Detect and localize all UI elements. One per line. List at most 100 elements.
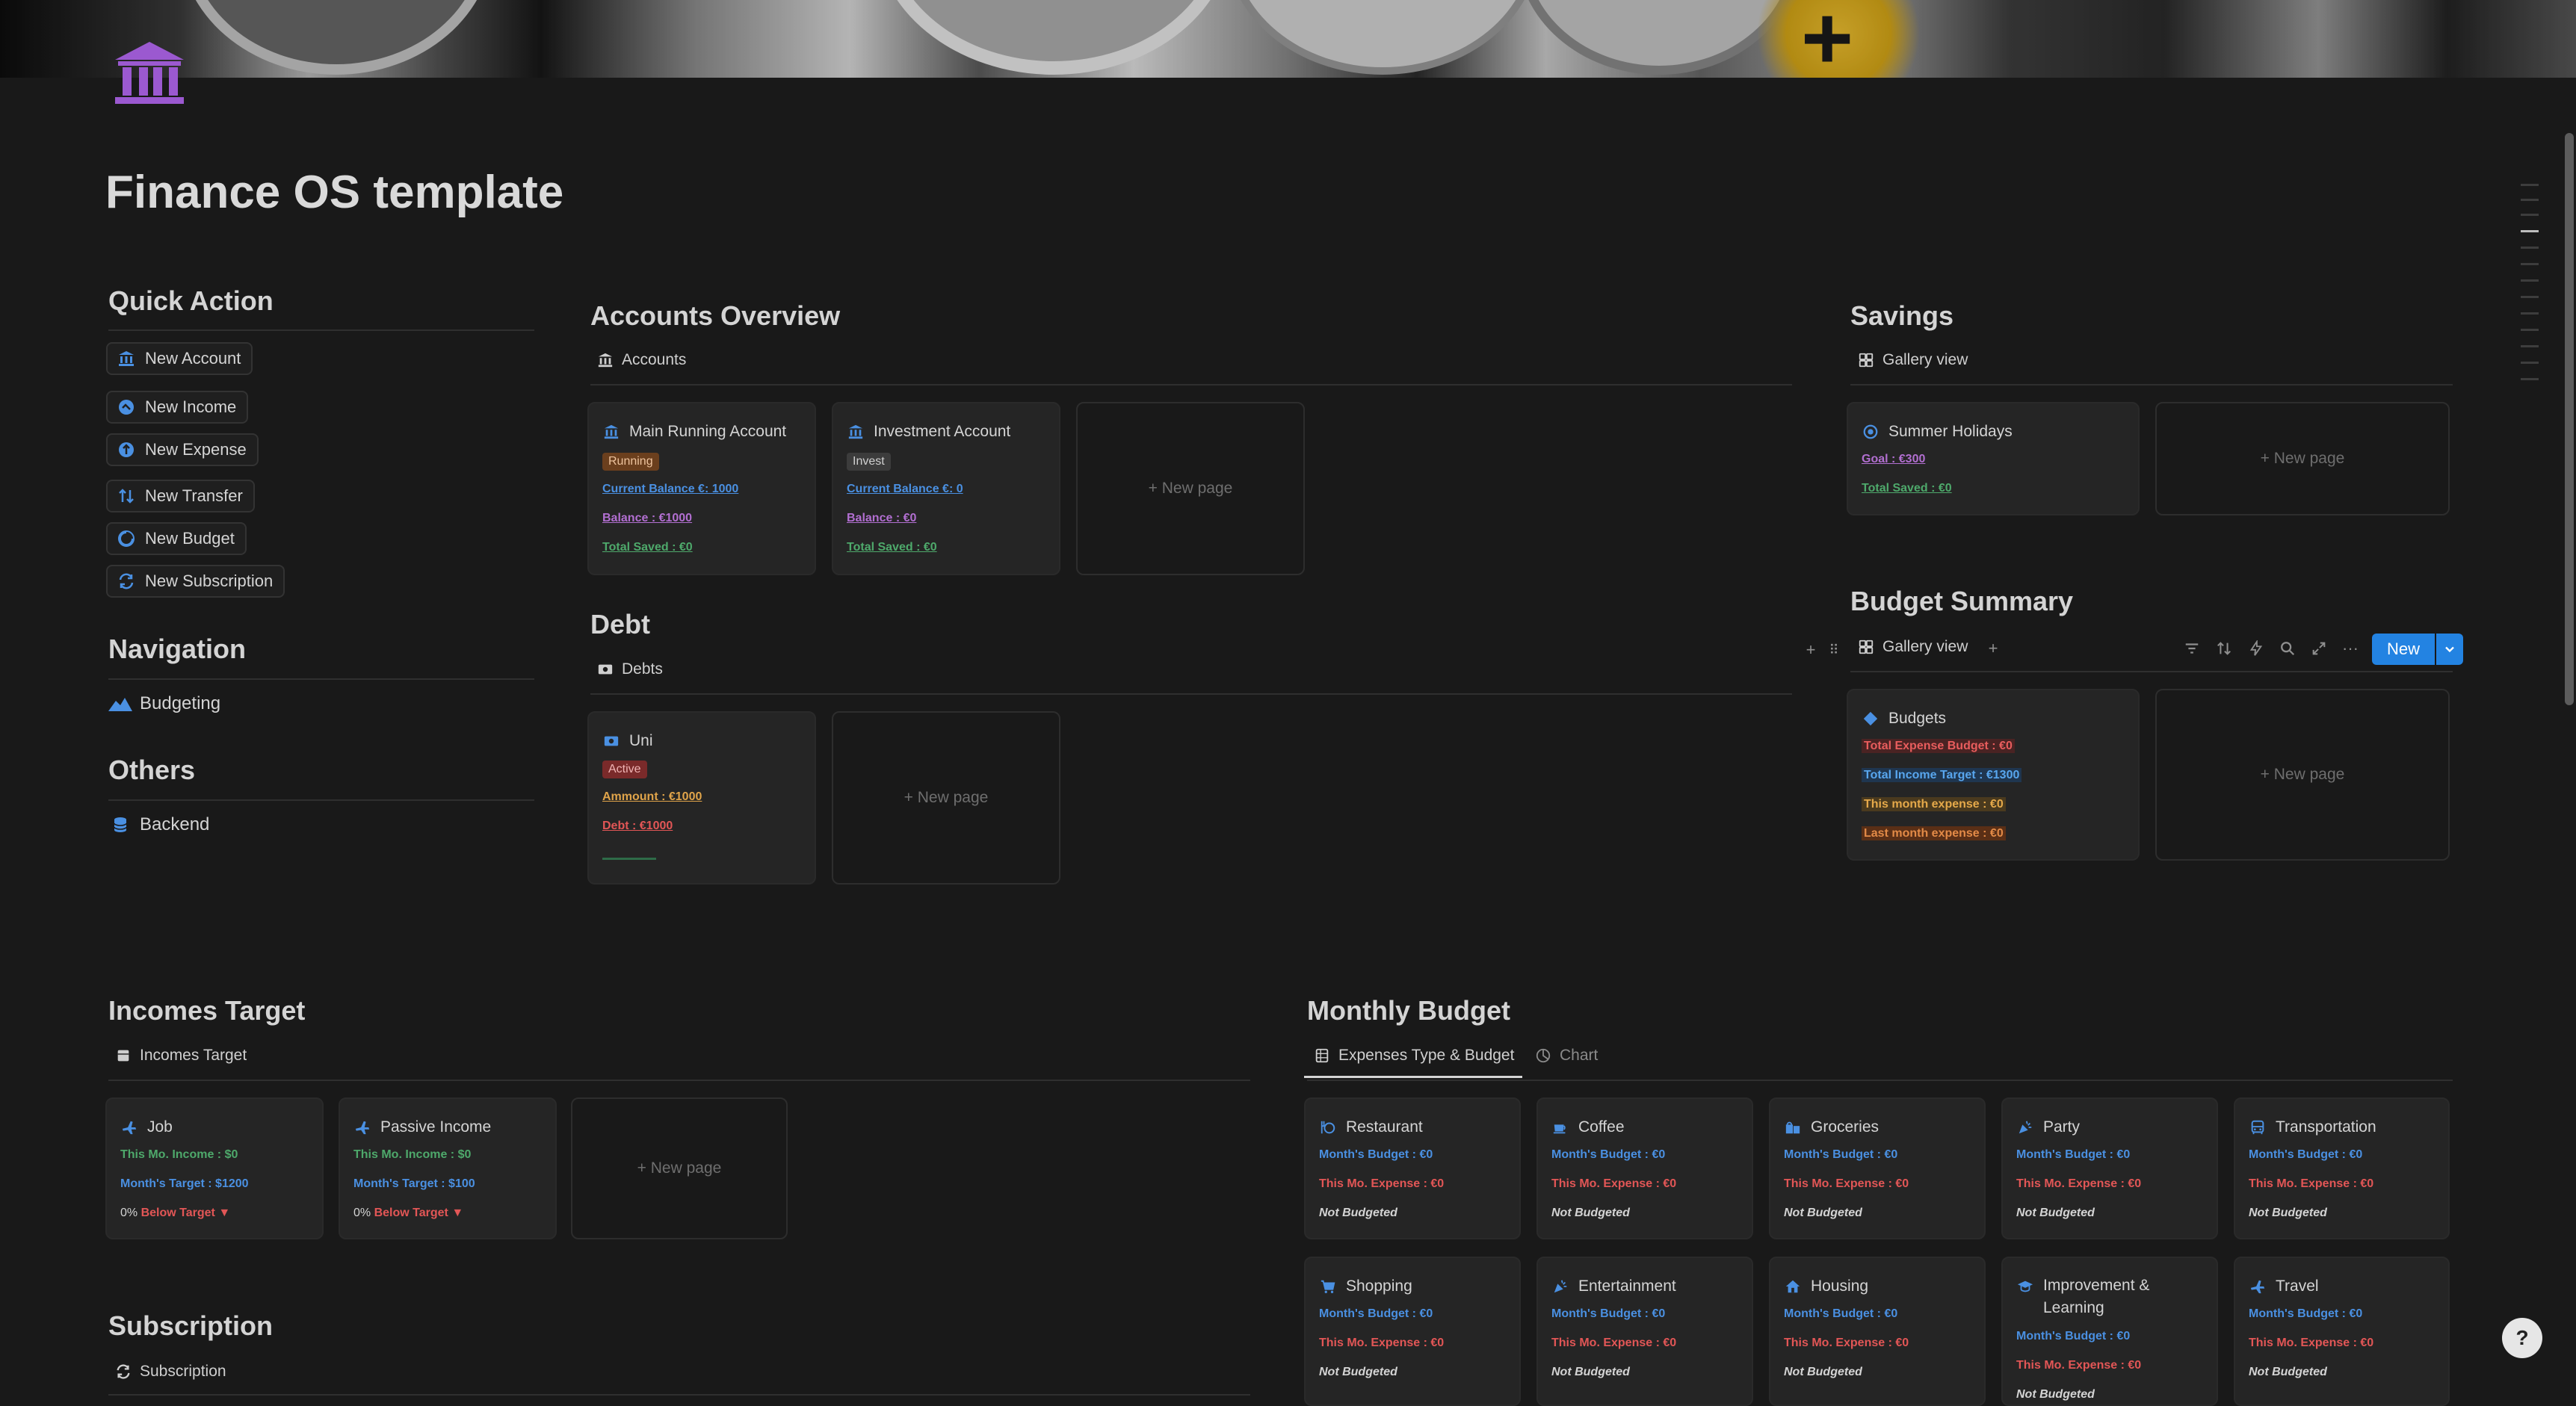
new-account-button[interactable]: New Account [106, 342, 253, 375]
airplane-icon [353, 1118, 371, 1136]
progress-bar [602, 858, 656, 860]
new-button[interactable]: New [2372, 634, 2435, 665]
more-icon[interactable]: ··· [2340, 638, 2361, 659]
button-label: New Account [145, 349, 241, 368]
divider [590, 384, 1792, 385]
monthly-budget-heading: Monthly Budget [1307, 995, 1510, 1026]
this-month-expense: This month expense : €0 [1862, 797, 2006, 811]
budget-status: Not Budgeted [1784, 1207, 1862, 1219]
new-page-button[interactable]: + New page [571, 1097, 788, 1239]
scrollbar[interactable] [2565, 133, 2574, 705]
bank-icon [602, 423, 620, 441]
budget-card[interactable]: Improvement & Learning Month's Budget : €… [2001, 1257, 2218, 1406]
button-label: New Expense [145, 440, 247, 459]
budget-icon [117, 529, 136, 548]
total-expense-budget: Total Expense Budget : €0 [1862, 739, 2015, 753]
budget-card[interactable]: Restaurant Month's Budget : €0 This Mo. … [1304, 1097, 1521, 1239]
budget-card[interactable]: Transportation Month's Budget : €0 This … [2234, 1097, 2450, 1239]
add-view-icon[interactable]: + [1983, 638, 2004, 659]
drag-handle-icon[interactable]: ⠿ [1823, 639, 1844, 660]
party-icon [2016, 1118, 2034, 1136]
bank-icon[interactable] [112, 39, 187, 106]
button-label: New Transfer [145, 486, 243, 505]
new-page-button[interactable]: + New page [2155, 689, 2450, 861]
divider [1307, 1080, 2453, 1081]
expand-icon[interactable] [2308, 638, 2329, 659]
tab-chart[interactable]: Chart [1534, 1047, 1598, 1065]
month-target: Month's Target : $100 [353, 1177, 475, 1190]
chevron-down-icon[interactable] [2436, 634, 2463, 665]
quick-action-heading: Quick Action [108, 285, 274, 316]
this-month-income: This Mo. Income : $0 [120, 1148, 238, 1161]
month-expense: This Mo. Expense : €0 [2249, 1177, 2374, 1190]
new-page-button[interactable]: + New page [1076, 402, 1305, 575]
subscription-icon [117, 572, 136, 591]
total-saved: Total Saved : €0 [602, 541, 693, 554]
tab-expenses-type-budget[interactable]: Expenses Type & Budget [1313, 1047, 1514, 1065]
tab-accounts[interactable]: Accounts [596, 351, 686, 369]
new-subscription-button[interactable]: New Subscription [106, 565, 285, 598]
tab-subscription[interactable]: Subscription [114, 1363, 226, 1381]
new-transfer-button[interactable]: New Transfer [106, 480, 255, 512]
card-title: Entertainment [1578, 1278, 1676, 1295]
total-income-target: Total Income Target : €1300 [1862, 768, 2022, 782]
tab-label: Chart [1560, 1047, 1599, 1064]
tab-gallery-view[interactable]: Gallery view [1857, 351, 1968, 369]
sort-icon[interactable] [2214, 638, 2234, 659]
budgets-card[interactable]: Budgets Total Expense Budget : €0 Total … [1847, 689, 2140, 861]
tab-incomes-target[interactable]: Incomes Target [114, 1047, 247, 1065]
month-target: Month's Target : $1200 [120, 1177, 249, 1190]
card-title: Budgets [1888, 710, 1947, 727]
new-expense-button[interactable]: New Expense [106, 433, 259, 466]
search-icon[interactable] [2277, 638, 2298, 659]
shopping-cart-icon [1319, 1278, 1337, 1295]
budget-status: Not Budgeted [1551, 1366, 1630, 1378]
budget-card[interactable]: Entertainment Month's Budget : €0 This M… [1536, 1257, 1753, 1406]
budget-card[interactable]: Party Month's Budget : €0 This Mo. Expen… [2001, 1097, 2218, 1239]
budget-status: Not Budgeted [2016, 1388, 2095, 1401]
card-title: Passive Income [380, 1118, 492, 1136]
account-card[interactable]: Main Running Account Running Current Bal… [587, 402, 816, 575]
month-expense: This Mo. Expense : €0 [1551, 1177, 1677, 1190]
account-card[interactable]: Investment Account Invest Current Balanc… [832, 402, 1060, 575]
button-label: New Budget [145, 529, 235, 548]
budget-card[interactable]: Travel Month's Budget : €0 This Mo. Expe… [2234, 1257, 2450, 1406]
savings-card[interactable]: Summer Holidays Goal : €300 Total Saved … [1847, 402, 2140, 515]
card-title: Shopping [1346, 1278, 1412, 1295]
navigation-heading: Navigation [108, 634, 247, 664]
new-income-button[interactable]: New Income [106, 391, 249, 424]
button-label: New Subscription [145, 572, 274, 590]
budget-card[interactable]: Groceries Month's Budget : €0 This Mo. E… [1769, 1097, 1986, 1239]
nav-item-backend[interactable]: Backend [108, 814, 209, 835]
income-card[interactable]: Passive Income This Mo. Income : $0 Mont… [339, 1097, 557, 1239]
divider [108, 329, 534, 331]
help-icon[interactable]: ? [2502, 1318, 2542, 1358]
divider [1850, 671, 2453, 672]
card-title: Party [2043, 1118, 2081, 1136]
tab-gallery-view[interactable]: Gallery view [1857, 638, 1968, 656]
new-budget-button[interactable]: New Budget [106, 522, 247, 555]
incomes-target-heading: Incomes Target [108, 995, 306, 1026]
income-card[interactable]: Job This Mo. Income : $0 Month's Target … [105, 1097, 324, 1239]
new-page-button[interactable]: + New page [832, 711, 1060, 885]
shopping-bags-icon [1784, 1118, 1802, 1136]
month-budget: Month's Budget : €0 [1784, 1307, 1898, 1320]
card-title: Transportation [2276, 1118, 2376, 1136]
page-title: Finance OS template [105, 167, 564, 218]
budget-card[interactable]: Coffee Month's Budget : €0 This Mo. Expe… [1536, 1097, 1753, 1239]
new-page-button[interactable]: + New page [2155, 402, 2450, 515]
nav-item-budgeting[interactable]: Budgeting [108, 693, 220, 714]
database-icon [108, 814, 132, 835]
savings-heading: Savings [1850, 300, 1954, 331]
restaurant-icon [1319, 1118, 1337, 1136]
debt-card[interactable]: Uni Active Ammount : €1000 Debt : €1000 [587, 711, 816, 885]
card-title: Main Running Account [629, 423, 787, 440]
subscription-heading: Subscription [108, 1310, 274, 1341]
lightning-icon[interactable] [2246, 638, 2267, 659]
tab-debts[interactable]: Debts [596, 660, 663, 678]
add-block-icon[interactable]: + [1800, 639, 1821, 660]
budget-card[interactable]: Shopping Month's Budget : €0 This Mo. Ex… [1304, 1257, 1521, 1406]
budget-card[interactable]: Housing Month's Budget : €0 This Mo. Exp… [1769, 1257, 1986, 1406]
filter-icon[interactable] [2181, 638, 2202, 659]
view-label: Gallery view [1882, 351, 1968, 368]
